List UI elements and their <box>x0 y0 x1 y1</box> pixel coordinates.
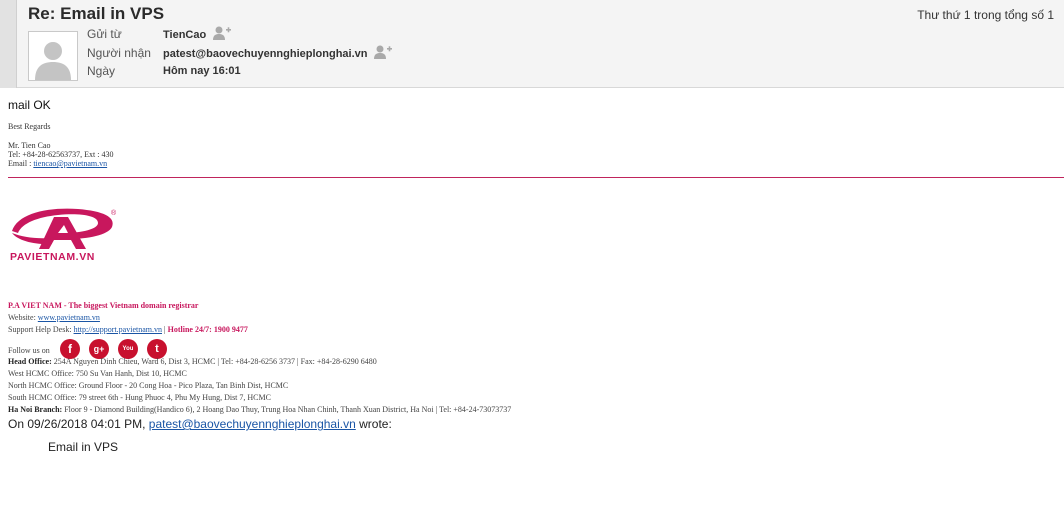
date-label: Ngày <box>87 64 116 78</box>
quoted-text: Email in VPS <box>48 440 119 454</box>
to-label: Người nhận <box>87 46 151 60</box>
signature-tel: Tel: +84-28-62563737, Ext : 430 <box>8 150 114 159</box>
head-office-line: Head Office: 254A Nguyen Dinh Chieu, War… <box>8 357 377 366</box>
quote-header: On 09/26/2018 04:01 PM, patest@baovechuy… <box>8 417 392 431</box>
support-label: Support Help Desk: <box>8 325 74 334</box>
facebook-icon[interactable]: f <box>60 339 80 359</box>
signature-email-link[interactable]: tiencao@pavietnam.vn <box>33 159 107 168</box>
website-link[interactable]: www.pavietnam.vn <box>38 313 100 322</box>
to-value[interactable]: patest@baovechuyennghieplonghai.vn <box>163 48 367 60</box>
quote-prefix: On 09/26/2018 04:01 PM, <box>8 417 149 431</box>
google-plus-icon[interactable]: g+ <box>89 339 109 359</box>
signature-regards: Best Regards <box>8 122 51 131</box>
signature-divider <box>8 177 1064 178</box>
north-office-line: North HCMC Office: Ground Floor - 20 Con… <box>8 381 289 390</box>
south-office-line: South HCMC Office: 79 street 6th - Hung … <box>8 393 271 402</box>
message-counter: Thư thứ 1 trong tổng số 1 <box>917 8 1054 22</box>
add-contact-icon[interactable] <box>373 44 393 60</box>
logo-registered-mark: ® <box>111 209 117 217</box>
quote-email-link[interactable]: patest@baovechuyennghieplonghai.vn <box>149 417 356 431</box>
add-contact-icon[interactable] <box>212 25 232 41</box>
header-side-stripe <box>0 0 17 88</box>
logo-text: PAVIETNAM.VN <box>10 251 95 263</box>
west-office-line: West HCMC Office: 750 Su Van Hanh, Dist … <box>8 369 187 378</box>
hanoi-branch-label: Ha Noi Branch: <box>8 405 63 414</box>
company-logo: ® PAVIETNAM.VN <box>8 205 120 267</box>
youtube-icon[interactable]: You <box>118 339 138 359</box>
message-subject: Re: Email in VPS <box>28 4 165 23</box>
sender-avatar <box>28 31 78 81</box>
follow-label: Follow us on <box>8 346 50 355</box>
signature-email-label: Email : <box>8 159 34 168</box>
from-label: Gửi từ <box>87 27 122 41</box>
support-link[interactable]: http://support.pavietnam.vn <box>74 325 162 334</box>
signature-name: Mr. Tien Cao <box>8 141 51 150</box>
hanoi-branch-address: Floor 9 - Diamond Building(Handico 6), 2… <box>62 405 512 414</box>
website-label: Website: <box>8 313 38 322</box>
website-line: Website: www.pavietnam.vn <box>8 313 100 322</box>
hotline: Hotline 24/7: 1900 9477 <box>167 325 248 334</box>
quote-suffix: wrote: <box>355 417 392 431</box>
pavietnam-logo-icon: ® PAVIETNAM.VN <box>10 208 117 263</box>
date-value: Hôm nay 16:01 <box>163 65 241 77</box>
hanoi-branch-line: Ha Noi Branch: Floor 9 - Diamond Buildin… <box>8 405 511 414</box>
head-office-label: Head Office: <box>8 357 52 366</box>
company-tagline: P.A VIET NAM - The biggest Vietnam domai… <box>8 301 199 310</box>
signature-email-line: Email : tiencao@pavietnam.vn <box>8 159 107 168</box>
support-line: Support Help Desk: http://support.paviet… <box>8 325 248 334</box>
head-office-address: 254A Nguyen Dinh Chieu, Ward 6, Dist 3, … <box>51 357 377 366</box>
twitter-icon[interactable]: t <box>147 339 167 359</box>
from-value[interactable]: TienCao <box>163 29 206 41</box>
default-avatar-icon <box>35 42 71 80</box>
message-header: Re: Email in VPS Thư thứ 1 trong tổng số… <box>0 0 1064 88</box>
message-greeting: mail OK <box>8 98 51 112</box>
